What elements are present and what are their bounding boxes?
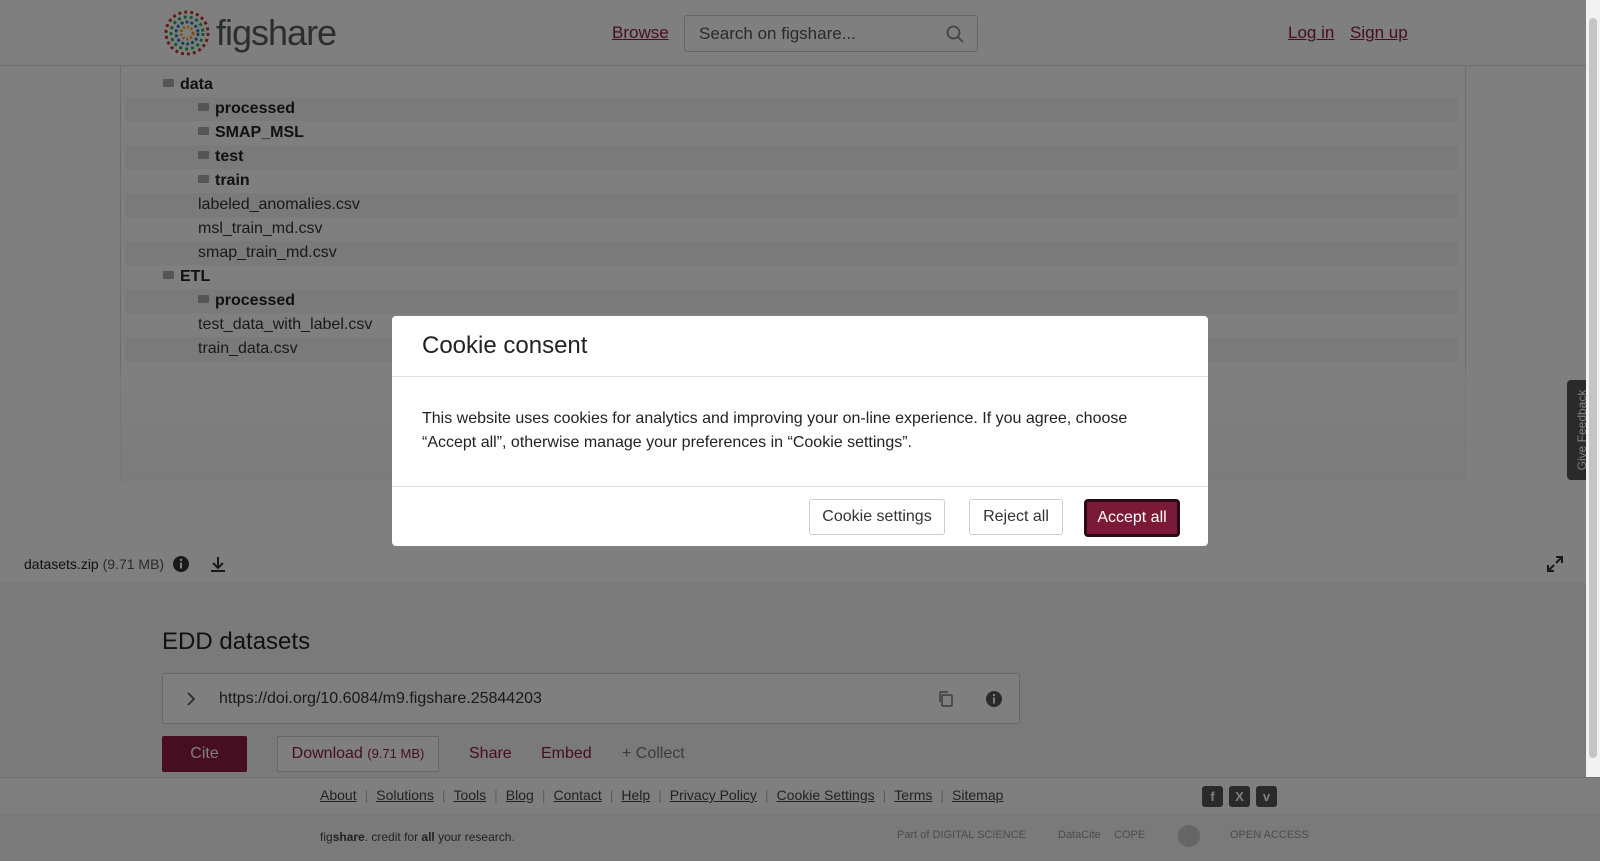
scrollbar-thumb[interactable] — [1589, 18, 1597, 758]
modal-title: Cookie consent — [422, 332, 588, 359]
modal-header: Cookie consent — [392, 316, 1208, 377]
cookie-consent-modal: Cookie consent This website uses cookies… — [392, 316, 1208, 546]
page-scrollbar[interactable] — [1586, 0, 1600, 777]
modal-footer: Cookie settings Reject all Accept all — [392, 487, 1208, 546]
modal-body: This website uses cookies for analytics … — [392, 377, 1208, 487]
modal-message: This website uses cookies for analytics … — [422, 410, 1128, 451]
accept-all-button[interactable]: Accept all — [1084, 499, 1180, 537]
modal-backdrop-footer — [0, 777, 1600, 861]
reject-all-button[interactable]: Reject all — [969, 499, 1063, 535]
cookie-settings-button[interactable]: Cookie settings — [809, 499, 945, 535]
